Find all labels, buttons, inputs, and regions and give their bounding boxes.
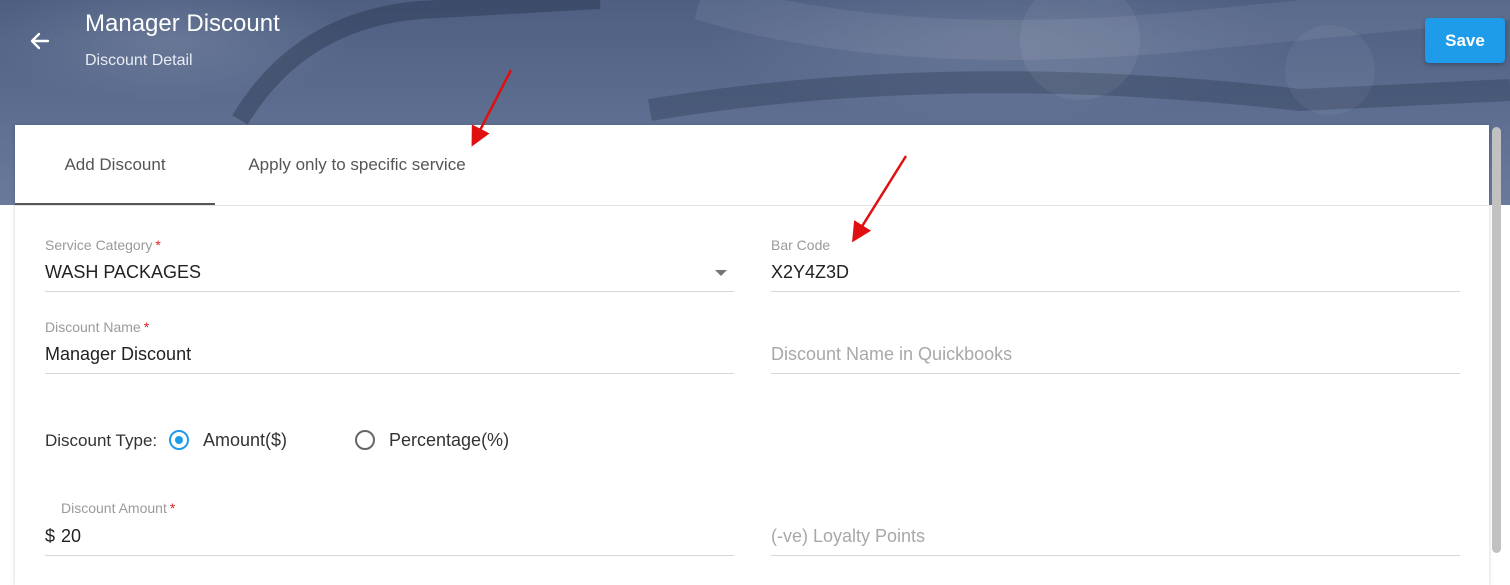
loyalty-points-field[interactable]: (-ve) Loyalty Points (771, 500, 1460, 556)
bar-code-field[interactable]: Bar Code X2Y4Z3D (771, 237, 1460, 293)
bar-code-label: Bar Code (771, 237, 831, 253)
discount-amount-value[interactable]: 20 (61, 526, 81, 547)
page-subtitle: Discount Detail (85, 52, 193, 69)
field-underline (771, 555, 1460, 556)
discount-form-card: Add Discount Apply only to specific serv… (15, 125, 1489, 585)
field-underline (771, 373, 1460, 374)
field-underline (45, 373, 734, 374)
required-mark: * (155, 237, 161, 253)
chevron-down-icon[interactable] (715, 270, 727, 276)
arrow-left-icon (30, 32, 50, 50)
service-category-select[interactable]: Service Category * WASH PACKAGES (45, 237, 734, 293)
quickbooks-name-placeholder[interactable]: Discount Name in Quickbooks (771, 344, 1012, 365)
currency-symbol: $ (45, 526, 56, 546)
field-underline (771, 291, 1460, 292)
vertical-scrollbar[interactable] (1492, 127, 1501, 553)
radio-amount[interactable] (169, 430, 189, 450)
bar-code-value[interactable]: X2Y4Z3D (771, 262, 849, 283)
discount-amount-field[interactable]: Discount Amount * $ 20 (45, 500, 734, 556)
discount-amount-label: Discount Amount * (61, 500, 176, 516)
service-category-value: WASH PACKAGES (45, 262, 202, 282)
loyalty-points-placeholder[interactable]: (-ve) Loyalty Points (771, 526, 925, 547)
back-button[interactable] (24, 25, 56, 57)
page-title: Manager Discount (85, 10, 280, 37)
required-mark: * (143, 319, 150, 335)
tab-add-discount[interactable]: Add Discount (15, 125, 215, 205)
radio-percentage-label[interactable]: Percentage(%) (389, 430, 509, 451)
discount-name-field[interactable]: Discount Name * Manager Discount (45, 319, 734, 375)
save-button[interactable]: Save (1425, 18, 1505, 63)
tab-apply-specific-service[interactable]: Apply only to specific service (225, 125, 489, 205)
field-underline (45, 555, 734, 556)
discount-name-value[interactable]: Manager Discount (45, 344, 191, 365)
quickbooks-name-field[interactable]: Discount Name in Quickbooks (771, 319, 1460, 375)
discount-type-label: Discount Type: (45, 431, 158, 450)
service-category-label: Service Category * (45, 237, 161, 253)
discount-name-label: Discount Name * (45, 319, 150, 335)
required-mark: * (169, 500, 176, 516)
field-underline (45, 291, 734, 292)
radio-percentage[interactable] (355, 430, 375, 450)
tab-bar: Add Discount Apply only to specific serv… (15, 125, 1489, 206)
radio-amount-label[interactable]: Amount($) (203, 430, 287, 451)
